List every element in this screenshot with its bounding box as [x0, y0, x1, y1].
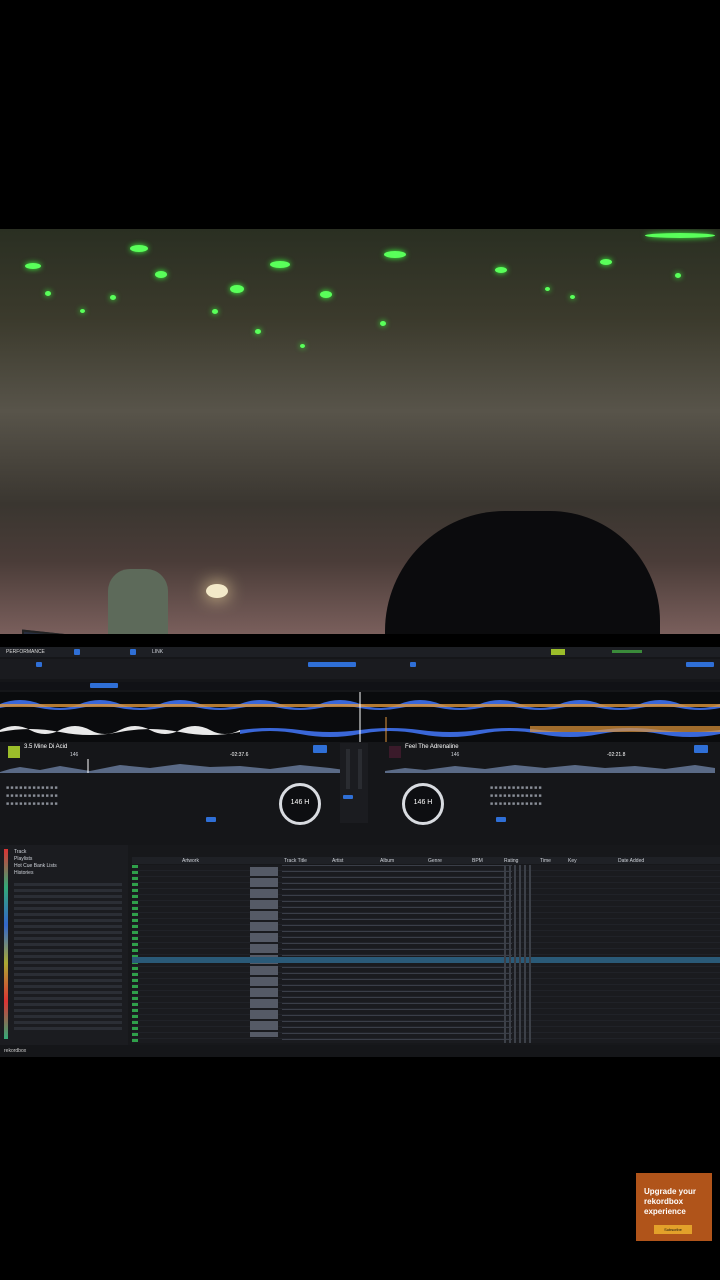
beat-button-1[interactable] — [36, 662, 42, 667]
deck-1-time: -02:37.6 — [230, 752, 249, 758]
ad-button[interactable]: Subscribe — [654, 1225, 692, 1234]
col-genre[interactable]: Genre — [428, 858, 442, 864]
layout-button[interactable] — [74, 649, 80, 655]
app-logo-text: rekordbox — [4, 1048, 27, 1054]
col-artwork[interactable]: Artwork — [182, 858, 199, 864]
deck-2-pad-panel[interactable]: ■ ■ ■ ■ ■ ■ ■ ■ ■ ■ ■ ■ ■ ■ ■ ■ ■ ■ ■ ■ … — [490, 783, 715, 817]
fx-bar — [0, 659, 720, 679]
played-indicators — [132, 865, 138, 1043]
deck-1-loop-button[interactable] — [206, 817, 216, 822]
col-bpm[interactable]: BPM — [472, 858, 483, 864]
deck-1-artwork — [8, 746, 20, 758]
col-date-added[interactable]: Date Added — [618, 858, 644, 864]
deck-2-title: Feel The Adrenaline — [405, 744, 459, 750]
left-laptop-screen — [22, 629, 88, 634]
mode-selector[interactable]: PERFORMANCE — [6, 649, 45, 655]
top-bar: PERFORMANCE LINK — [0, 647, 720, 657]
fx-select-2[interactable] — [686, 662, 714, 667]
deck-1-bpm: 146 — [70, 752, 79, 758]
mixer — [340, 743, 368, 823]
jog-1-bpm: 146 H — [290, 799, 310, 806]
beat-button-2[interactable] — [410, 662, 416, 667]
track-browser: Track Playlists Hot Cue Bank Lists Histo… — [0, 845, 720, 1241]
track-list[interactable] — [132, 865, 720, 1043]
playlist-tree[interactable] — [14, 883, 122, 1033]
col-artist[interactable]: Artist — [332, 858, 343, 864]
jog-2-bpm: 146 H — [413, 799, 433, 806]
ceiling-lamp — [206, 584, 228, 598]
deck-2-info: Feel The Adrenaline 146 -02:21.8 — [385, 743, 720, 773]
link-label[interactable]: LINK — [152, 649, 163, 655]
deck-1-overview — [0, 759, 345, 773]
track-text-rows — [282, 865, 512, 1043]
camera-view — [0, 229, 720, 634]
col-time[interactable]: Time — [540, 858, 551, 864]
tree-item-playlists[interactable]: Playlists — [14, 856, 32, 862]
deck-2-bpm: 146 — [451, 752, 460, 758]
col-album[interactable]: Album — [380, 858, 394, 864]
deck-2-time: -02:21.8 — [607, 752, 626, 758]
waveform-area — [0, 692, 720, 742]
upgrade-ad[interactable]: Upgrade your rekordbox experience Subscr… — [636, 1173, 712, 1241]
tree-item-track[interactable]: Track — [14, 849, 26, 855]
jog-wheel-2[interactable]: 146 H — [402, 783, 444, 825]
deck-2-artwork — [389, 746, 401, 758]
rec-indicator[interactable] — [551, 649, 565, 655]
selected-track-row[interactable] — [132, 957, 720, 963]
deck-2-sync-button[interactable] — [694, 745, 708, 753]
deck-2-loop-button[interactable] — [496, 817, 506, 822]
fx-select-1[interactable] — [308, 662, 356, 667]
ad-headline: Upgrade your rekordbox experience — [644, 1187, 697, 1216]
rating-stars[interactable] — [504, 865, 534, 1043]
jog-wheel-1[interactable]: 146 H — [279, 783, 321, 825]
sidebar-icon-strip[interactable] — [4, 849, 8, 1039]
tree-item-histories[interactable]: Histories — [14, 870, 33, 876]
col-title[interactable]: Track Title — [284, 858, 307, 864]
channel-fader-2[interactable] — [358, 749, 362, 789]
master-level — [612, 650, 642, 653]
cue-button-1[interactable] — [343, 795, 353, 799]
col-rating[interactable]: Rating — [504, 858, 518, 864]
overview-marker — [90, 683, 118, 688]
deck-2-overview — [385, 765, 715, 773]
curtain — [385, 511, 660, 634]
dj-person — [108, 569, 168, 634]
deck-1-pad-panel[interactable]: ■ ■ ■ ■ ■ ■ ■ ■ ■ ■ ■ ■ ■ ■ ■ ■ ■ ■ ■ ■ … — [6, 783, 231, 817]
grid-button[interactable] — [130, 649, 136, 655]
rekordbox-window: PERFORMANCE LINK 3.5 Mine Di Acid 146 -0… — [0, 647, 720, 1241]
deck-1-title: 3.5 Mine Di Acid — [24, 744, 68, 750]
waveform-svg — [0, 692, 720, 742]
artwork-column — [250, 867, 278, 1037]
channel-fader-1[interactable] — [346, 749, 350, 789]
tree-item-hotcue[interactable]: Hot Cue Bank Lists — [14, 863, 57, 869]
col-key[interactable]: Key — [568, 858, 577, 864]
column-header: Artwork Track Title Artist Album Genre B… — [132, 857, 720, 864]
deck-1-info: 3.5 Mine Di Acid 146 -02:37.6 — [0, 743, 355, 773]
overview-bar — [0, 682, 720, 690]
browser-sidebar: Track Playlists Hot Cue Bank Lists Histo… — [0, 845, 128, 1045]
deck-1-sync-button[interactable] — [313, 745, 327, 753]
